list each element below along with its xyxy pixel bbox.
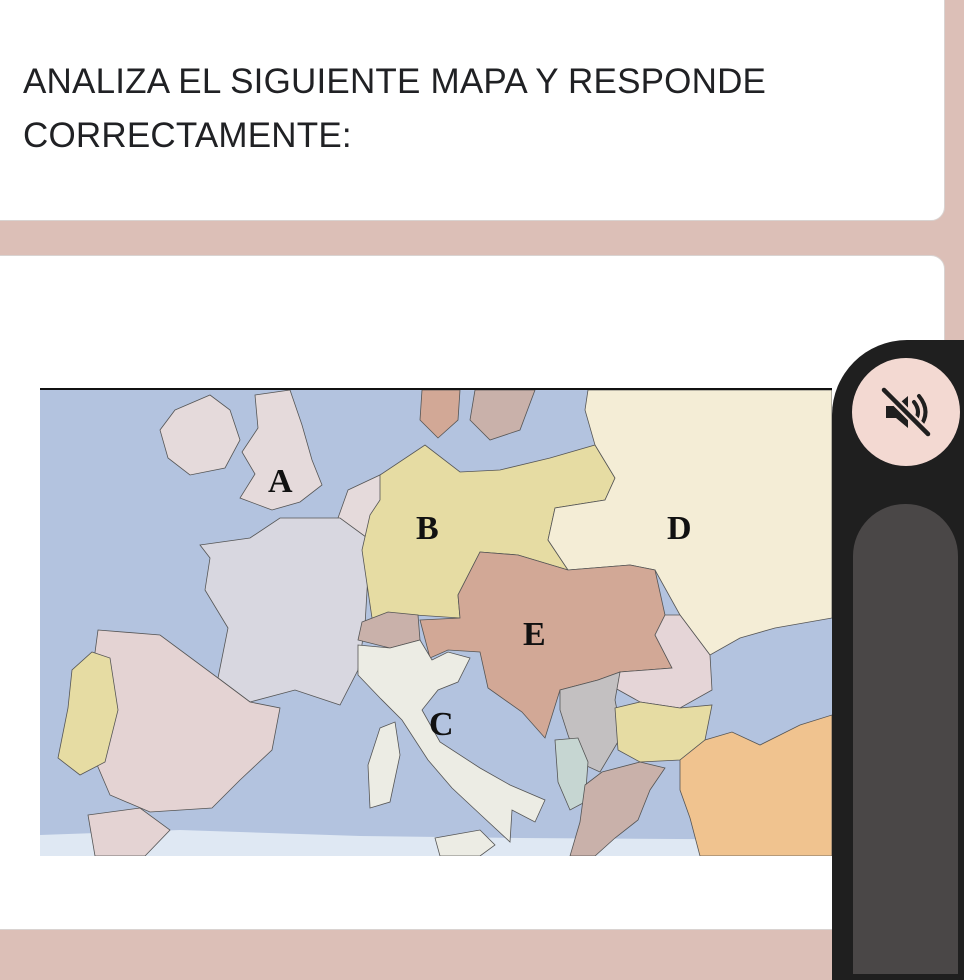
map-label-d: D bbox=[667, 510, 692, 547]
media-scroll-track[interactable] bbox=[853, 504, 958, 974]
map-label-a: A bbox=[268, 463, 293, 500]
map-card: A B D E C bbox=[0, 255, 945, 930]
speaker-muted-icon bbox=[879, 385, 933, 439]
map-label-e: E bbox=[523, 616, 546, 653]
france-region bbox=[199, 517, 371, 706]
europe-map: A B D E C bbox=[40, 388, 832, 856]
map-label-c: C bbox=[429, 706, 454, 743]
question-card: ANALIZA EL SIGUIENTE MAPA Y RESPONDE COR… bbox=[0, 0, 945, 221]
map-label-b: B bbox=[416, 510, 439, 547]
question-text: ANALIZA EL SIGUIENTE MAPA Y RESPONDE COR… bbox=[23, 62, 767, 155]
mute-button[interactable] bbox=[852, 358, 960, 466]
